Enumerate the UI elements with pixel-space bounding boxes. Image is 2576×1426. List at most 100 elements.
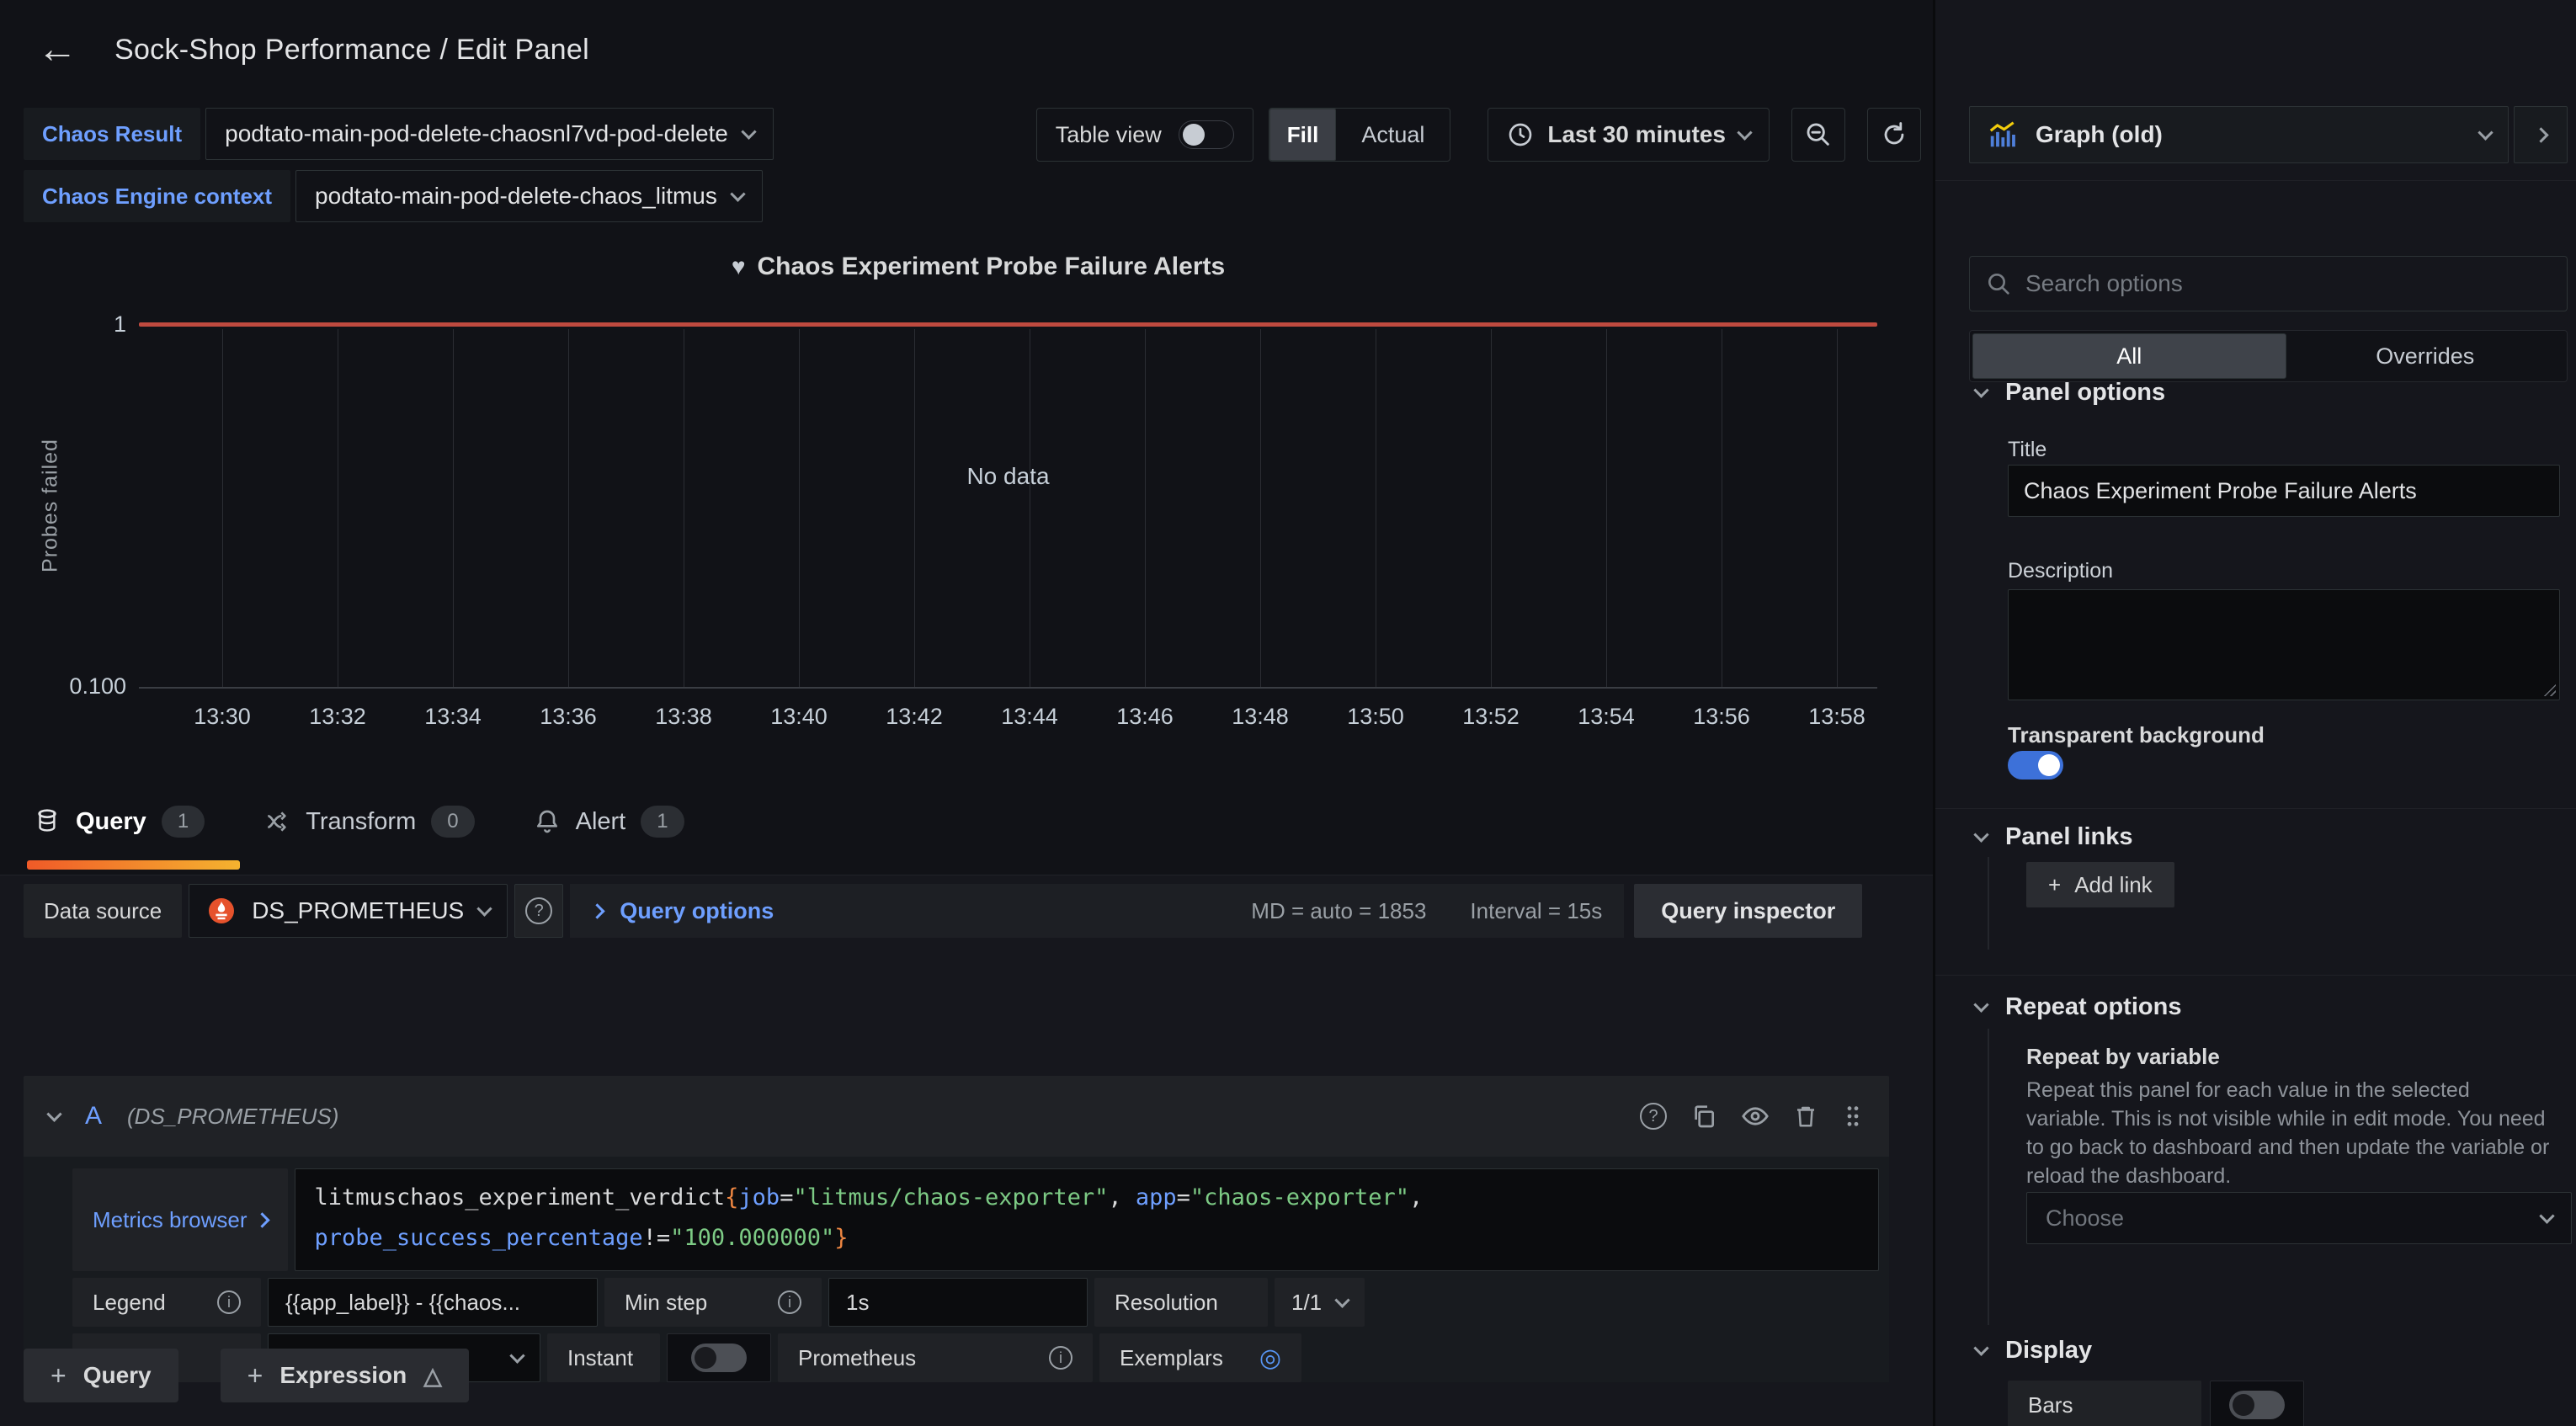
bars-option-row: Bars (2008, 1381, 2304, 1426)
x-tick-label: 13:32 (309, 704, 366, 730)
add-query-button[interactable]: + Query (24, 1349, 178, 1402)
fill-option[interactable]: Fill (1269, 109, 1337, 161)
variable-value-dropdown[interactable]: podtato-main-pod-delete-chaosnl7vd-pod-d… (205, 108, 774, 160)
search-options-input[interactable]: Search options (1969, 256, 2568, 311)
visualization-picker[interactable]: Graph (old) (1969, 106, 2509, 163)
eye-icon[interactable] (1741, 1102, 1770, 1131)
metrics-browser-button[interactable]: Metrics browser (72, 1168, 288, 1271)
database-icon (34, 808, 61, 835)
x-tick-label: 13:48 (1232, 704, 1289, 730)
query-options-toggle[interactable]: Query options (592, 898, 774, 924)
query-code[interactable]: litmuschaos_experiment_verdict{job="litm… (295, 1168, 1879, 1271)
add-expression-button[interactable]: + Expression △︎ (221, 1349, 469, 1402)
query-options-summary: MD = auto = 1853 Interval = 15s (1251, 898, 1602, 924)
chevron-down-icon (1973, 1340, 1988, 1355)
query-actions: + Query + Expression △︎ (24, 1349, 469, 1402)
section-title: Panel links (2005, 823, 2133, 851)
display-header[interactable]: Display (1976, 1337, 2092, 1365)
instant-toggle[interactable] (691, 1344, 747, 1372)
panel-title-input[interactable] (2008, 465, 2560, 517)
query-editor-content: Data source DS_PROMETHEUS ? Query option… (0, 875, 1946, 1426)
x-tick-label: 13:56 (1693, 704, 1750, 730)
tab-count-badge: 1 (162, 806, 205, 838)
repeat-by-variable-description: Repeat this panel for each value in the … (2026, 1076, 2552, 1190)
add-link-label: Add link (2074, 872, 2153, 898)
bell-icon (534, 808, 561, 835)
query-card-header[interactable]: A (DS_PROMETHEUS) ? (24, 1076, 1889, 1157)
chevron-right-icon (255, 1212, 270, 1227)
series-line (139, 322, 1877, 327)
bars-label: Bars (2008, 1381, 2201, 1426)
resolution-select[interactable]: 1/1 (1275, 1278, 1365, 1327)
help-icon[interactable]: ? (1640, 1103, 1667, 1130)
chevron-down-icon (1973, 827, 1988, 842)
back-arrow-icon[interactable]: ← (37, 29, 77, 70)
toggle-options-pane-button[interactable] (2514, 106, 2568, 163)
clock-icon (1507, 121, 1534, 148)
datasource-help-button[interactable]: ? (514, 884, 563, 938)
transparent-background-toggle[interactable] (2008, 751, 2063, 780)
editor-tabs: Query 1 Transform 0 Alert 1 (34, 781, 684, 862)
x-tick-label: 13:42 (886, 704, 943, 730)
info-icon: i (778, 1290, 801, 1314)
divider (1935, 975, 2576, 976)
legend-row: Legend i {{app_label}} - {{chaos... Min … (72, 1278, 1879, 1327)
shuffle-icon (263, 808, 290, 835)
datasource-label: Data source (24, 884, 182, 938)
add-query-label: Query (83, 1362, 152, 1389)
title-label: Title (2008, 438, 2046, 462)
duplicate-icon[interactable] (1690, 1103, 1717, 1130)
variable-value-dropdown[interactable]: podtato-main-pod-delete-chaos_litmus (295, 170, 763, 222)
repeat-variable-select[interactable]: Choose (2026, 1192, 2572, 1244)
tab-overrides[interactable]: Overrides (2286, 333, 2565, 379)
refresh-button[interactable] (1867, 108, 1921, 162)
tab-count-badge: 1 (641, 806, 684, 838)
variable-chaos-result: Chaos Result podtato-main-pod-delete-cha… (24, 108, 774, 160)
section-title: Panel options (2005, 379, 2165, 407)
drag-handle-icon[interactable] (1842, 1103, 1864, 1130)
x-tick-label: 13:38 (655, 704, 712, 730)
actual-option[interactable]: Actual (1336, 109, 1450, 161)
gridline (1145, 329, 1146, 687)
chart-title-text: Chaos Experiment Probe Failure Alerts (757, 253, 1225, 280)
repeat-options-header[interactable]: Repeat options (1976, 993, 2181, 1021)
table-view-toggle[interactable] (1179, 120, 1234, 149)
visualization-name: Graph (old) (2036, 121, 2163, 148)
description-label: Description (2008, 559, 2113, 583)
tab-transform[interactable]: Transform 0 (263, 806, 474, 838)
bars-toggle[interactable] (2229, 1391, 2285, 1419)
search-placeholder: Search options (2025, 270, 2183, 297)
resize-handle[interactable] (2542, 683, 2556, 696)
table-view-control: Table view (1036, 108, 1253, 162)
panel-links-header[interactable]: Panel links (1976, 823, 2133, 851)
y-tick-label: 1 (25, 311, 126, 338)
zoom-out-button[interactable] (1791, 108, 1845, 162)
chevron-down-icon (509, 1348, 524, 1363)
add-link-button[interactable]: + Add link (2026, 862, 2174, 907)
chevron-down-icon (2478, 125, 2493, 140)
tab-alert[interactable]: Alert 1 (534, 806, 684, 838)
exemplars-eye-icon[interactable]: ◎ (1259, 1344, 1281, 1373)
plus-icon: + (247, 1360, 263, 1391)
collapse-chevron-icon[interactable] (46, 1106, 61, 1121)
query-inspector-button[interactable]: Query inspector (1634, 884, 1862, 938)
panel-options-header[interactable]: Panel options (1976, 379, 2165, 407)
plot-area[interactable]: No data (139, 324, 1877, 689)
no-data-text: No data (966, 463, 1049, 490)
tab-query[interactable]: Query 1 (34, 806, 205, 838)
tab-all[interactable]: All (1972, 333, 2286, 379)
variable-label: Chaos Engine context (24, 170, 290, 222)
panel-options-sidebar: Graph (old) Search options All Overrides… (1933, 0, 2576, 1426)
trash-icon[interactable] (1793, 1103, 1818, 1130)
y-tick-label: 0.100 (25, 673, 126, 700)
time-range-picker[interactable]: Last 30 minutes (1488, 108, 1770, 162)
min-step-input[interactable]: 1s (828, 1278, 1088, 1327)
zoom-out-icon (1804, 120, 1833, 149)
legend-input[interactable]: {{app_label}} - {{chaos... (268, 1278, 598, 1327)
query-expression-row: Metrics browser litmuschaos_experiment_v… (72, 1168, 1879, 1271)
datasource-picker[interactable]: DS_PROMETHEUS (189, 884, 508, 938)
section-indent-line (1988, 1029, 1989, 1325)
panel-description-textarea[interactable] (2008, 589, 2560, 700)
x-tick-label: 13:52 (1462, 704, 1520, 730)
prometheus-icon (206, 896, 237, 926)
